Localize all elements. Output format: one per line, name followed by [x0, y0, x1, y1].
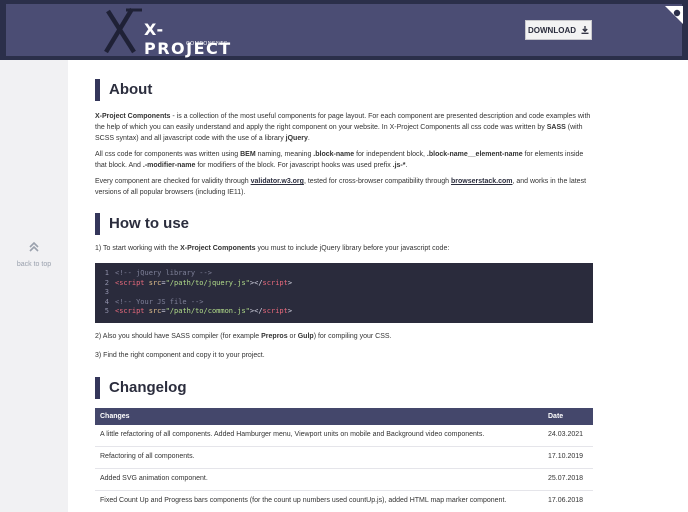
code-string: "/path/to/jquery.js"	[165, 278, 250, 287]
code-string: "/path/to/common.js"	[165, 307, 250, 315]
step1-strong: X-Project Components	[180, 245, 256, 252]
about-title: About	[95, 79, 593, 101]
logo[interactable]: X-PROJECT COMPONENTS	[98, 6, 238, 58]
browserstack-link[interactable]: browserstack.com	[451, 178, 512, 185]
about-p2-text-1: All css code for components was written …	[95, 151, 241, 158]
code-punct: ></	[249, 307, 263, 315]
table-row: Fixed Count Up and Progress bars compone…	[95, 490, 593, 512]
about-p2-strong-3: .block-name__element-name	[426, 151, 523, 158]
step2-text-1: 2) Also you should have SASS compiler (f…	[95, 333, 262, 340]
code-tag-open: <script	[115, 278, 145, 287]
change-cell: Refactoring of all components.	[95, 446, 543, 469]
about-paragraph-2: All css code for components was written …	[95, 149, 593, 171]
about-p2-text-2: naming, meaning	[255, 151, 314, 158]
date-cell: 24.03.2021	[543, 425, 593, 447]
step2-strong-2: Gulp	[297, 333, 314, 340]
changelog-table: Changes Date A little refactoring of all…	[95, 408, 593, 512]
date-cell: 25.07.2018	[543, 468, 593, 491]
how-to-step-1: 1) To start working with the X-Project C…	[95, 243, 593, 254]
date-column-header: Date	[543, 408, 593, 425]
line-number: 1	[104, 269, 109, 277]
code-block[interactable]: 1 <!-- jQuery library --> 2 <script src = "/…	[95, 263, 593, 323]
github-icon[interactable]	[665, 6, 683, 24]
code-line: 2 <script src = "/path/to/jquery.js" ></scri…	[95, 279, 593, 289]
line-number: 3	[104, 288, 109, 296]
about-p1-text-1: - is a collection of the most useful com…	[95, 113, 591, 131]
about-p3-text-1: Every component are checked for validity…	[95, 178, 251, 185]
top-bar: X-PROJECT COMPONENTS DOWNLOAD	[0, 0, 688, 60]
back-to-top-label: back to top	[16, 261, 52, 268]
code-tag-close: script	[262, 278, 288, 287]
code-punct-end: >	[287, 307, 293, 315]
validator-link[interactable]: validator.w3.org	[251, 178, 304, 185]
step2-text-2: or	[287, 333, 298, 340]
table-row: Refactoring of all components. 17.10.201…	[95, 446, 593, 469]
about-p1-strong-1: X-Project Components	[95, 113, 171, 120]
line-number: 5	[104, 307, 109, 315]
about-p3-text-2: , tested for cross-browser compatibility…	[303, 178, 451, 185]
code-line: 1 <!-- jQuery library -->	[95, 269, 593, 279]
changelog-header-row: Changes Date	[95, 408, 593, 425]
download-button[interactable]: DOWNLOAD	[525, 20, 592, 40]
table-row: Added SVG animation component. 25.07.201…	[95, 468, 593, 491]
about-p1-strong-2: SASS	[546, 124, 566, 131]
date-cell: 17.10.2019	[543, 446, 593, 469]
change-cell: Added SVG animation component.	[95, 468, 543, 491]
about-paragraph-3: Every component are checked for validity…	[95, 176, 593, 198]
code-attr: src	[144, 278, 162, 287]
step1-text-1: 1) To start working with the	[95, 245, 181, 252]
line-number: 4	[104, 297, 109, 306]
code-attr: src	[144, 307, 162, 315]
changelog-title: Changelog	[95, 377, 593, 399]
code-line: 5 <script src = "/path/to/common.js" ></scri…	[95, 307, 593, 317]
about-p2-strong-1: BEM	[240, 151, 256, 158]
main-content: About X-Project Components - is a collec…	[68, 60, 688, 512]
date-cell: 17.06.2018	[543, 490, 593, 512]
how-to-use-title: How to use	[95, 213, 593, 235]
change-cell: Fixed Count Up and Progress bars compone…	[95, 490, 543, 512]
chevron-up-icon	[29, 241, 39, 252]
code-comment: <!-- jQuery library -->	[115, 269, 212, 277]
download-label: DOWNLOAD	[528, 25, 576, 35]
back-to-top[interactable]: back to top	[6, 240, 62, 268]
about-p2-text-6: .	[405, 162, 408, 169]
how-to-step-2: 2) Also you should have SASS compiler (f…	[95, 331, 593, 342]
code-tag-close: script	[262, 307, 288, 315]
about-p1-strong-3: jQuery	[285, 135, 308, 142]
sidebar: back to top	[0, 60, 68, 512]
code-comment: <!-- Your JS file -->	[115, 297, 204, 306]
code-tag-open: <script	[115, 307, 145, 315]
line-number: 2	[104, 278, 109, 287]
step2-strong-1: Prepros	[261, 333, 288, 340]
change-cell: A little refactoring of all components. …	[95, 425, 543, 447]
step1-text-2: you must to include jQuery library befor…	[255, 245, 450, 252]
how-to-step-3: 3) Find the right component and copy it …	[95, 352, 265, 359]
logo-title: X-PROJECT	[144, 20, 232, 58]
about-p2-text-3: for independent block,	[354, 151, 427, 158]
code-punct: ></	[249, 278, 263, 287]
about-p2-strong-5: .js-*	[392, 162, 406, 169]
step2-text-3: ) for compiling your CSS.	[313, 333, 392, 340]
site-header: X-PROJECT COMPONENTS DOWNLOAD	[6, 4, 682, 58]
logo-subtitle: COMPONENTS	[186, 41, 228, 47]
about-paragraph-1: X-Project Components - is a collection o…	[95, 111, 593, 144]
about-p2-strong-2: .block-name	[313, 151, 355, 158]
about-p1-text-3: .	[307, 135, 310, 142]
download-icon	[581, 26, 589, 34]
about-p2-text-5: for modifiers of the block. For javascri…	[195, 162, 393, 169]
code-line: 4 <!-- Your JS file -->	[95, 298, 593, 308]
table-row: A little refactoring of all components. …	[95, 425, 593, 447]
about-p2-strong-4: .-modifier-name	[142, 162, 196, 169]
code-line: 3	[95, 288, 593, 298]
code-punct-end: >	[287, 278, 293, 287]
changes-column-header: Changes	[95, 408, 543, 425]
